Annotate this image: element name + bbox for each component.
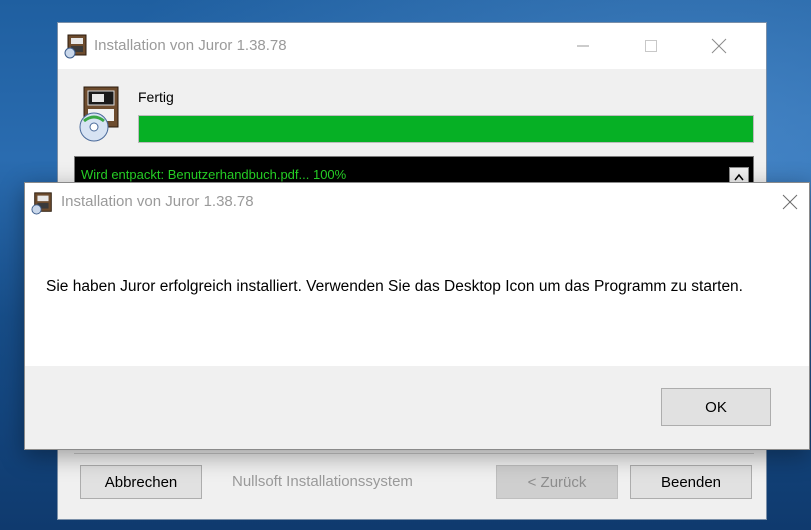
minimize-icon [577, 45, 589, 47]
ok-button[interactable]: OK [661, 388, 771, 426]
maximize-button[interactable] [628, 23, 674, 69]
branding-label: Nullsoft Installationssystem [232, 473, 413, 490]
finish-button[interactable]: Beenden [630, 465, 752, 499]
installer-app-icon [64, 33, 90, 64]
minimize-button[interactable] [560, 23, 606, 69]
installer-titlebar: Installation von Juror 1.38.78 [58, 23, 766, 69]
progress-bar [138, 115, 754, 143]
status-label: Fertig [138, 89, 174, 105]
cancel-button[interactable]: Abbrechen [80, 465, 202, 499]
footer-separator [74, 453, 754, 454]
dialog-footer: OK [25, 366, 809, 449]
close-icon [782, 194, 798, 210]
log-line: Wird entpackt: Benutzerhandbuch.pdf... 1… [81, 167, 347, 182]
back-button[interactable]: < Zurück [496, 465, 618, 499]
dialog-title: Installation von Juror 1.38.78 [61, 193, 254, 210]
close-button[interactable] [696, 23, 742, 69]
progress-fill [139, 116, 753, 142]
installer-app-icon [31, 191, 55, 220]
dialog-message: Sie haben Juror erfolgreich installiert.… [46, 278, 743, 295]
installer-disc-icon [74, 83, 130, 148]
close-icon [711, 38, 727, 54]
dialog-titlebar: Installation von Juror 1.38.78 [25, 183, 809, 221]
message-dialog: Installation von Juror 1.38.78 Sie haben… [24, 182, 810, 450]
dialog-close-button[interactable] [779, 191, 801, 213]
scroll-up-icon [734, 173, 744, 181]
maximize-icon [645, 40, 657, 52]
installer-title: Installation von Juror 1.38.78 [94, 37, 287, 54]
